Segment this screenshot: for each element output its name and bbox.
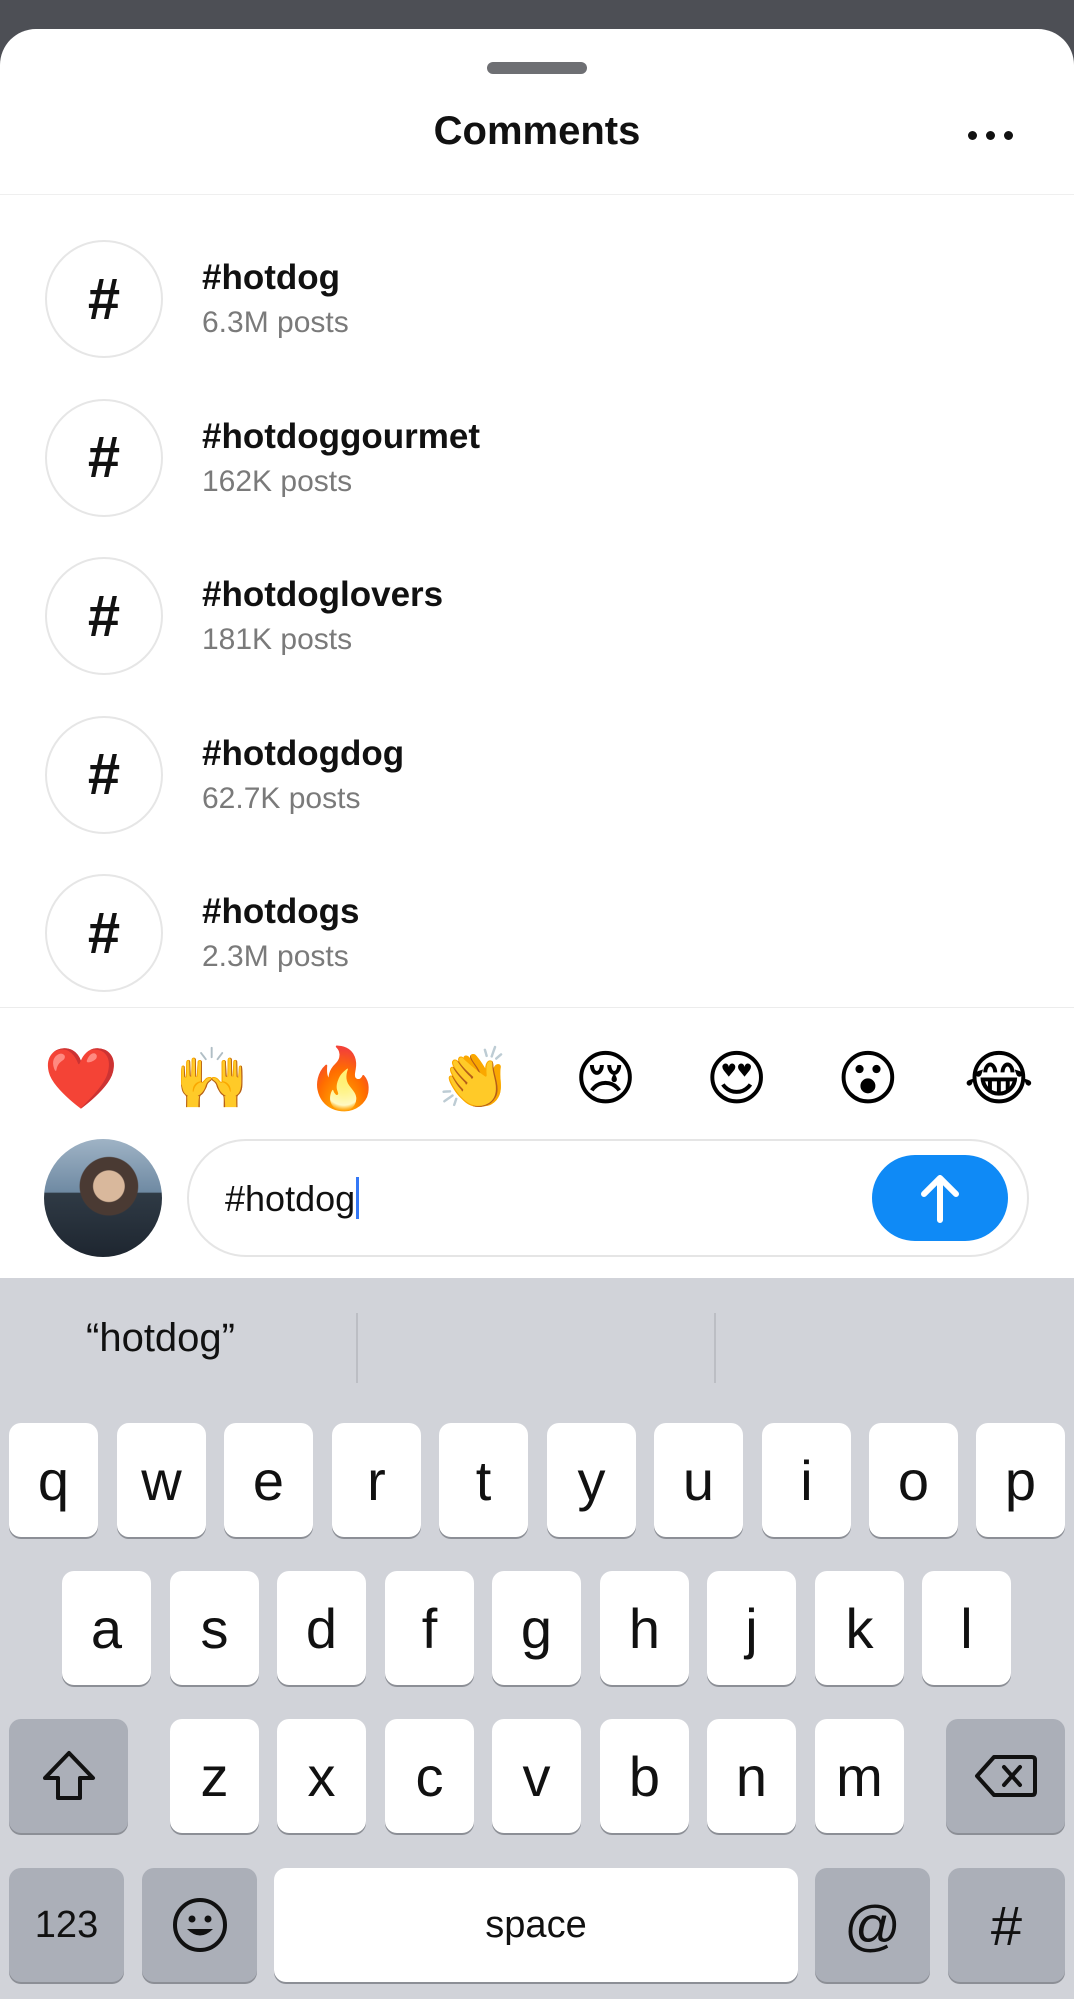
key-u[interactable]: u: [654, 1423, 743, 1537]
hashtag-icon: #: [45, 874, 163, 992]
key-x[interactable]: x: [277, 1719, 366, 1833]
hashtag-name: #hotdoggourmet: [202, 416, 481, 456]
surprised-face-emoji-button[interactable]: 😮: [827, 1039, 909, 1119]
comment-input-text: #hotdog: [225, 1178, 356, 1219]
hashtag-post-count: 181K posts: [202, 623, 353, 656]
shift-key[interactable]: [9, 1719, 128, 1833]
key-e[interactable]: e: [224, 1423, 313, 1537]
key-l[interactable]: l: [922, 1571, 1011, 1685]
key-o[interactable]: o: [869, 1423, 958, 1537]
key-d[interactable]: d: [277, 1571, 366, 1685]
space-key[interactable]: space: [274, 1868, 798, 1982]
hashtag-icon: #: [45, 240, 163, 358]
hashtag-row[interactable]: # #hotdogdog 62.7K posts: [0, 690, 1074, 849]
send-button[interactable]: [872, 1155, 1008, 1241]
more-options-icon[interactable]: [968, 128, 1028, 142]
key-y[interactable]: y: [547, 1423, 636, 1537]
clapping-hands-emoji-button[interactable]: 👏: [433, 1039, 515, 1119]
suggestion-item[interactable]: “hotdog”: [86, 1278, 235, 1398]
raising-hands-emoji-button[interactable]: 🙌: [171, 1039, 253, 1119]
key-m[interactable]: m: [815, 1719, 904, 1833]
delete-key[interactable]: [946, 1719, 1065, 1833]
hashtag-name: #hotdogs: [202, 892, 360, 931]
sheet-title: Comments: [433, 109, 641, 153]
key-q[interactable]: q: [9, 1423, 98, 1537]
arrow-up-icon: [921, 1175, 959, 1223]
fire-emoji-button[interactable]: 🔥: [302, 1039, 384, 1119]
hashtag-name: #hotdog: [202, 258, 341, 297]
key-p[interactable]: p: [976, 1423, 1065, 1537]
key-f[interactable]: f: [385, 1571, 474, 1685]
heart-eyes-emoji-button[interactable]: 😍: [696, 1039, 778, 1119]
emoji-divider: [0, 1007, 1074, 1008]
key-a[interactable]: a: [62, 1571, 151, 1685]
hashtag-row[interactable]: # #hotdog 6.3M posts: [0, 214, 1074, 373]
header-divider: [0, 194, 1074, 195]
smiley-face-icon: [172, 1898, 227, 1952]
predictive-bar: “hotdog”: [0, 1278, 1074, 1398]
suggestion-separator: [356, 1313, 358, 1383]
key-v[interactable]: v: [492, 1719, 581, 1833]
hashtag-name: #hotdogdog: [202, 733, 405, 773]
numbers-key[interactable]: 123: [9, 1868, 124, 1982]
text-caret: [356, 1177, 360, 1219]
hashtag-icon: #: [45, 715, 163, 834]
key-b[interactable]: b: [600, 1719, 689, 1833]
tears-of-joy-emoji-button[interactable]: 😂: [958, 1039, 1040, 1119]
hashtag-post-count: 6.3M posts: [202, 306, 349, 339]
at-key[interactable]: @: [815, 1868, 930, 1982]
shift-arrow-icon: [42, 1751, 95, 1800]
hashtag-suggestion-list: # #hotdog 6.3M posts # #hotdoggourmet 16…: [0, 214, 1074, 1007]
key-k[interactable]: k: [815, 1571, 904, 1685]
hashtag-row[interactable]: # #hotdoglovers 181K posts: [0, 531, 1074, 690]
backspace-icon: [974, 1755, 1037, 1797]
hash-key[interactable]: #: [948, 1868, 1065, 1982]
emoji-keyboard-key[interactable]: [142, 1868, 257, 1982]
comments-sheet: Comments # #hotdog 6.3M posts # #hotdogg…: [0, 29, 1074, 1999]
hashtag-icon: #: [45, 557, 163, 675]
comment-input[interactable]: #hotdog: [187, 1139, 1029, 1257]
crying-face-emoji-button[interactable]: 😢: [565, 1039, 647, 1119]
system-keyboard: “hotdog” q w e r t y u i o p a s d f g h…: [0, 1278, 1074, 1999]
key-i[interactable]: i: [762, 1423, 851, 1537]
hashtag-row[interactable]: # #hotdogs 2.3M posts: [0, 848, 1074, 1007]
hashtag-post-count: 2.3M posts: [202, 940, 349, 973]
key-n[interactable]: n: [707, 1719, 796, 1833]
key-g[interactable]: g: [492, 1571, 581, 1685]
suggestion-separator: [714, 1313, 716, 1383]
key-s[interactable]: s: [170, 1571, 259, 1685]
hashtag-post-count: 62.7K posts: [202, 781, 361, 815]
key-z[interactable]: z: [170, 1719, 259, 1833]
key-w[interactable]: w: [117, 1423, 206, 1537]
quick-emoji-bar: ❤️ 🙌 🔥 👏 😢 😍 😮 😂: [40, 1039, 1040, 1119]
user-avatar: [44, 1139, 162, 1257]
key-r[interactable]: r: [332, 1423, 421, 1537]
key-j[interactable]: j: [707, 1571, 796, 1685]
hashtag-post-count: 162K posts: [202, 464, 353, 498]
hashtag-icon: #: [45, 398, 163, 517]
red-heart-emoji-button[interactable]: ❤️: [40, 1039, 122, 1119]
hashtag-row[interactable]: # #hotdoggourmet 162K posts: [0, 373, 1074, 532]
hashtag-name: #hotdoglovers: [202, 575, 444, 614]
key-h[interactable]: h: [600, 1571, 689, 1685]
key-c[interactable]: c: [385, 1719, 474, 1833]
key-t[interactable]: t: [439, 1423, 528, 1537]
sheet-grabber[interactable]: [487, 62, 587, 74]
